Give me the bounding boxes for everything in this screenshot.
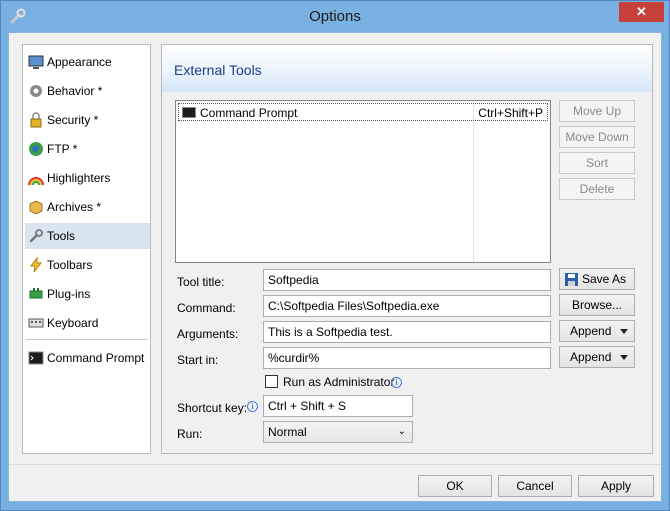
save-icon — [565, 273, 578, 286]
button-bar: OK Cancel Apply — [9, 464, 661, 501]
append-arguments-button[interactable]: Append — [559, 320, 635, 342]
tools-list[interactable]: Command Prompt Ctrl+Shift+P — [175, 100, 551, 263]
run-mode-select[interactable]: Normal ⌄ — [263, 421, 413, 443]
sidebar-item-toolbars[interactable]: Toolbars — [25, 252, 150, 278]
start-in-field[interactable]: %curdir% — [263, 347, 551, 369]
sidebar-item-label: Appearance — [47, 55, 112, 69]
plugin-icon — [29, 288, 43, 299]
tool-name: Command Prompt — [200, 106, 298, 120]
category-sidebar: Appearance Behavior * Security * FTP * H… — [22, 44, 151, 454]
sidebar-item-keyboard[interactable]: Keyboard — [25, 310, 150, 336]
move-down-button[interactable]: Move Down — [559, 126, 635, 148]
dropdown-arrow-icon — [620, 355, 628, 360]
options-window: Options ✕ Appearance Behavior * Security… — [0, 0, 670, 511]
sidebar-item-label: Behavior * — [47, 84, 103, 98]
tool-title-field[interactable]: Softpedia — [263, 269, 551, 291]
keyboard-icon — [28, 318, 44, 328]
sidebar-item-label: Highlighters — [47, 171, 111, 185]
run-as-admin-checkbox[interactable] — [265, 375, 278, 388]
sidebar-item-behavior[interactable]: Behavior * — [25, 78, 150, 104]
package-icon — [29, 200, 43, 215]
console-icon — [28, 351, 44, 365]
wrench-icon — [29, 229, 43, 243]
append-label: Append — [570, 350, 612, 364]
sidebar-item-label: FTP * — [47, 142, 78, 156]
arguments-field[interactable]: This is a Softpedia test. — [263, 321, 551, 343]
browse-button[interactable]: Browse... — [559, 294, 635, 316]
cancel-button[interactable]: Cancel — [498, 475, 572, 497]
sort-button[interactable]: Sort — [559, 152, 635, 174]
window-title: Options — [309, 8, 361, 25]
move-up-button[interactable]: Move Up — [559, 100, 635, 122]
panel-title: External Tools — [174, 62, 262, 78]
gear-icon — [30, 85, 42, 97]
console-icon — [182, 107, 196, 118]
shortcut-key-field[interactable]: Ctrl + Shift + S — [263, 395, 413, 417]
sidebar-item-label: Tools — [47, 229, 76, 243]
command-field[interactable]: C:\Softpedia Files\Softpedia.exe — [263, 295, 551, 317]
panel-header: External Tools — [162, 45, 652, 92]
sidebar-item-label: Command Prompt — [47, 351, 145, 365]
title-bar[interactable]: Options ✕ — [1, 1, 669, 32]
sidebar-item-security[interactable]: Security * — [25, 107, 150, 133]
globe-icon — [29, 142, 43, 156]
sidebar-item-plug-ins[interactable]: Plug-ins — [25, 281, 150, 307]
delete-button[interactable]: Delete — [559, 178, 635, 200]
sidebar-item-label: Archives * — [47, 200, 102, 214]
sidebar-item-archives[interactable]: Archives * — [25, 194, 150, 220]
run-label: Run: — [177, 427, 203, 441]
apply-button[interactable]: Apply — [578, 475, 654, 497]
info-icon[interactable]: i — [247, 401, 258, 412]
sidebar-item-highlighters[interactable]: Highlighters — [25, 165, 150, 191]
dialog-body: Appearance Behavior * Security * FTP * H… — [8, 32, 662, 502]
list-item[interactable]: Command Prompt Ctrl+Shift+P — [178, 103, 548, 121]
sidebar-divider — [26, 339, 148, 340]
dropdown-arrow-icon — [620, 329, 628, 334]
lightning-icon — [30, 257, 43, 273]
save-as-button[interactable]: Save As — [559, 268, 635, 290]
arguments-label: Arguments: — [177, 327, 239, 341]
append-label: Append — [570, 324, 612, 338]
sidebar-item-command-prompt[interactable]: Command Prompt — [25, 345, 150, 371]
monitor-icon — [28, 55, 44, 69]
tool-title-label: Tool title: — [177, 275, 225, 289]
save-as-label: Save As — [582, 272, 627, 286]
sidebar-item-label: Plug-ins — [47, 287, 91, 301]
sidebar-item-appearance[interactable]: Appearance — [25, 49, 150, 75]
rainbow-icon — [28, 177, 44, 186]
run-as-admin-label[interactable]: Run as Administrator — [283, 375, 394, 389]
tool-shortcut: Ctrl+Shift+P — [478, 106, 543, 120]
sidebar-item-ftp[interactable]: FTP * — [25, 136, 150, 162]
info-icon[interactable]: i — [391, 377, 402, 388]
sidebar-item-label: Security * — [47, 113, 99, 127]
sidebar-item-label: Keyboard — [47, 316, 99, 330]
start-in-label: Start in: — [177, 353, 219, 367]
shortcut-key-label: Shortcut key: — [177, 401, 248, 415]
tools-panel: External Tools Command Prompt Ctrl+Shift… — [161, 44, 653, 454]
close-button[interactable]: ✕ — [619, 2, 664, 22]
lock-icon — [30, 112, 42, 128]
run-mode-value: Normal — [268, 425, 307, 439]
column-divider — [473, 101, 474, 262]
append-start-in-button[interactable]: Append — [559, 346, 635, 368]
ok-button[interactable]: OK — [418, 475, 492, 497]
command-label: Command: — [177, 301, 236, 315]
chevron-down-icon: ⌄ — [397, 426, 406, 437]
sidebar-item-tools[interactable]: Tools — [25, 223, 150, 249]
sidebar-item-label: Toolbars — [47, 258, 93, 272]
